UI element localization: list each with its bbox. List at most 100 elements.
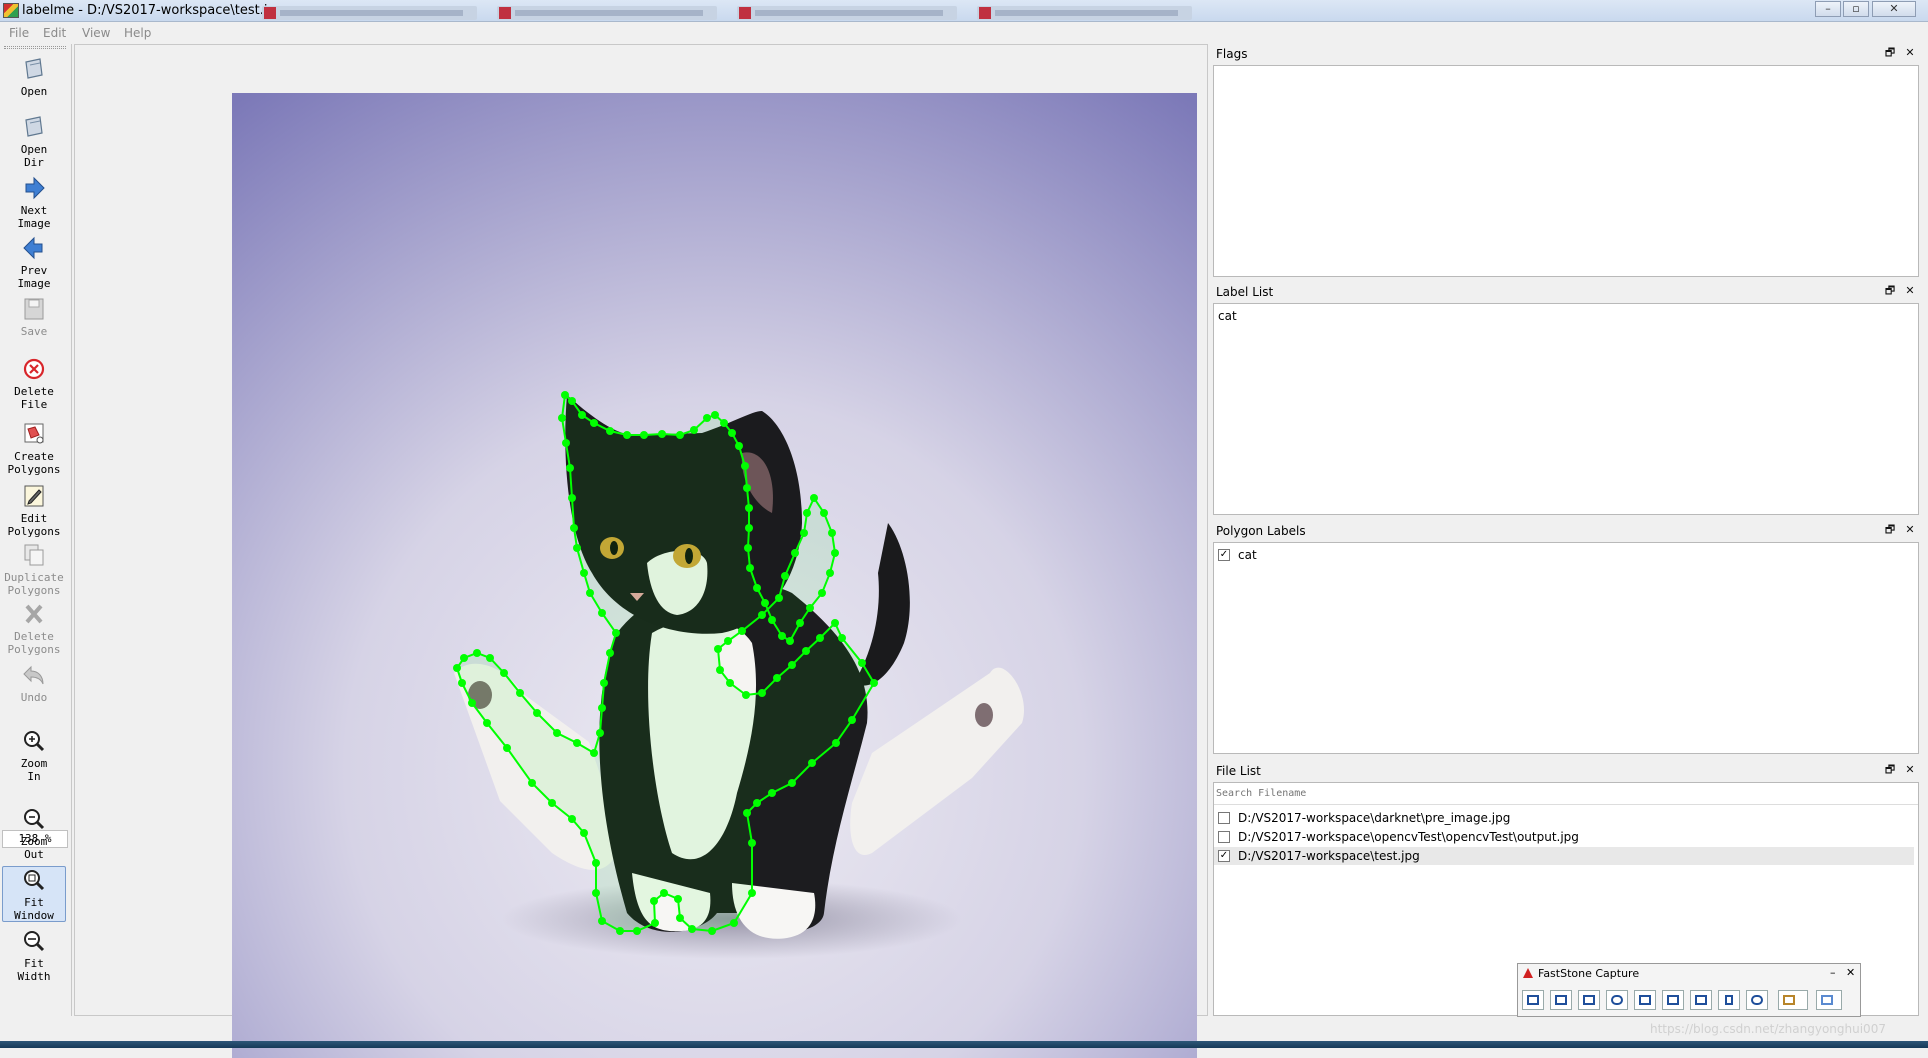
polygon-vertex[interactable] bbox=[580, 569, 588, 577]
background-browser-tab[interactable] bbox=[262, 6, 477, 20]
polygon-vertex[interactable] bbox=[688, 925, 696, 933]
polygon-vertex[interactable] bbox=[566, 464, 574, 472]
image-view[interactable] bbox=[232, 93, 1197, 1058]
polygon-vertex[interactable] bbox=[562, 439, 570, 447]
polygon-vertex[interactable] bbox=[503, 744, 511, 752]
polygon-vertex[interactable] bbox=[730, 919, 738, 927]
polygon-vertex[interactable] bbox=[753, 799, 761, 807]
polygon-vertex[interactable] bbox=[791, 549, 799, 557]
dock-float-icon[interactable]: 🗗 bbox=[1883, 523, 1897, 537]
polygon-vertex[interactable] bbox=[600, 679, 608, 687]
polygon-vertex[interactable] bbox=[612, 629, 620, 637]
polygon-vertex[interactable] bbox=[516, 689, 524, 697]
polygon-vertex[interactable] bbox=[616, 927, 624, 935]
polygon-vertex[interactable] bbox=[745, 504, 753, 512]
capture-window-icon[interactable] bbox=[1522, 990, 1544, 1010]
polygon-vertex[interactable] bbox=[786, 637, 794, 645]
polygon-vertex[interactable] bbox=[744, 544, 752, 552]
delete-file-button[interactable]: Delete File bbox=[2, 356, 66, 411]
capture-scrolling-icon[interactable] bbox=[1662, 990, 1684, 1010]
polygon-vertex[interactable] bbox=[870, 679, 878, 687]
create-polygons-button[interactable]: Create Polygons bbox=[2, 421, 66, 476]
polygon-vertex[interactable] bbox=[676, 431, 684, 439]
polygon-vertex[interactable] bbox=[483, 719, 491, 727]
polygon-vertex[interactable] bbox=[592, 859, 600, 867]
polygon-vertex[interactable] bbox=[590, 419, 598, 427]
faststone-minimize-button[interactable]: – bbox=[1830, 966, 1836, 979]
polygon-vertex[interactable] bbox=[831, 619, 839, 627]
file-list-item[interactable]: D:/VS2017-workspace\opencvTest\opencvTes… bbox=[1218, 828, 1914, 846]
prev-image-button[interactable]: Prev Image bbox=[2, 235, 66, 290]
toolbar-grip[interactable] bbox=[4, 46, 66, 49]
polygon-vertex[interactable] bbox=[745, 524, 753, 532]
polygon-vertex[interactable] bbox=[735, 442, 743, 450]
polygon-vertex[interactable] bbox=[788, 779, 796, 787]
polygon-vertex[interactable] bbox=[743, 484, 751, 492]
output-settings-icon[interactable] bbox=[1778, 990, 1808, 1010]
maximize-button[interactable]: ▫ bbox=[1843, 1, 1869, 17]
polygon-vertex[interactable] bbox=[568, 397, 576, 405]
annotation-canvas[interactable] bbox=[74, 44, 1208, 1058]
polygon-vertex[interactable] bbox=[826, 569, 834, 577]
polygon-vertex[interactable] bbox=[460, 654, 468, 662]
polygon-vertex[interactable] bbox=[690, 426, 698, 434]
polygon-vertex[interactable] bbox=[832, 739, 840, 747]
polygon-vertex[interactable] bbox=[768, 616, 776, 624]
background-browser-tab[interactable] bbox=[737, 6, 957, 20]
file-checkbox[interactable]: ✓ bbox=[1218, 850, 1230, 862]
polygon-vertex[interactable] bbox=[596, 729, 604, 737]
polygon-vertex[interactable] bbox=[808, 759, 816, 767]
dock-float-icon[interactable]: 🗗 bbox=[1883, 46, 1897, 60]
polygon-vertex[interactable] bbox=[742, 691, 750, 699]
minimize-button[interactable]: – bbox=[1815, 1, 1841, 17]
open-button[interactable]: Open bbox=[2, 56, 66, 98]
polygon-vertex[interactable] bbox=[568, 494, 576, 502]
polygon-vertex[interactable] bbox=[788, 661, 796, 669]
polygon-vertex[interactable] bbox=[658, 430, 666, 438]
file-list-item-selected[interactable]: ✓ D:/VS2017-workspace\test.jpg bbox=[1214, 847, 1914, 865]
menu-help[interactable]: Help bbox=[124, 26, 151, 40]
polygon-vertex[interactable] bbox=[714, 645, 722, 653]
search-filename-input[interactable] bbox=[1216, 784, 1916, 802]
polygon-vertex[interactable] bbox=[796, 619, 804, 627]
polygon-vertex[interactable] bbox=[676, 914, 684, 922]
polygon-vertex[interactable] bbox=[758, 611, 766, 619]
menu-file[interactable]: File bbox=[9, 26, 29, 40]
menu-view[interactable]: View bbox=[82, 26, 110, 40]
polygon-vertex[interactable] bbox=[568, 815, 576, 823]
polygon-vertex[interactable] bbox=[651, 919, 659, 927]
polygon-vertex[interactable] bbox=[741, 462, 749, 470]
close-button[interactable]: ✕ bbox=[1872, 1, 1916, 17]
polygon-vertex[interactable] bbox=[703, 414, 711, 422]
polygon-vertex[interactable] bbox=[453, 664, 461, 672]
capture-fixed-icon[interactable] bbox=[1690, 990, 1712, 1010]
dock-close-icon[interactable]: ✕ bbox=[1903, 763, 1917, 777]
polygon-vertex[interactable] bbox=[708, 927, 716, 935]
polygon-vertex[interactable] bbox=[753, 584, 761, 592]
polygon-vertex[interactable] bbox=[781, 572, 789, 580]
polygon-vertex[interactable] bbox=[570, 524, 578, 532]
file-list-item[interactable]: D:/VS2017-workspace\darknet\pre_image.jp… bbox=[1218, 809, 1914, 827]
capture-fullscreen-icon[interactable] bbox=[1634, 990, 1656, 1010]
open-dir-button[interactable]: Open Dir bbox=[2, 114, 66, 169]
polygon-vertex[interactable] bbox=[738, 627, 746, 635]
background-browser-tab[interactable] bbox=[977, 6, 1192, 20]
polygon-vertex[interactable] bbox=[528, 779, 536, 787]
polygon-vertex[interactable] bbox=[838, 634, 846, 642]
polygon-vertex[interactable] bbox=[711, 411, 719, 419]
polygon-vertex[interactable] bbox=[486, 654, 494, 662]
polygon-vertex[interactable] bbox=[500, 669, 508, 677]
dock-close-icon[interactable]: ✕ bbox=[1903, 46, 1917, 60]
faststone-menu-icon[interactable] bbox=[1816, 990, 1842, 1010]
polygon-label-item[interactable]: ✓ cat bbox=[1218, 546, 1898, 564]
polygon-vertex[interactable] bbox=[778, 632, 786, 640]
capture-freehand-icon[interactable] bbox=[1606, 990, 1628, 1010]
dock-close-icon[interactable]: ✕ bbox=[1903, 523, 1917, 537]
polygon-vertex[interactable] bbox=[553, 729, 561, 737]
polygon-vertex[interactable] bbox=[748, 889, 756, 897]
menu-edit[interactable]: Edit bbox=[43, 26, 66, 40]
polygon-vertex[interactable] bbox=[746, 564, 754, 572]
delete-polygons-button[interactable]: Delete Polygons bbox=[2, 601, 66, 656]
dock-close-icon[interactable]: ✕ bbox=[1903, 284, 1917, 298]
capture-video-icon[interactable] bbox=[1718, 990, 1740, 1010]
